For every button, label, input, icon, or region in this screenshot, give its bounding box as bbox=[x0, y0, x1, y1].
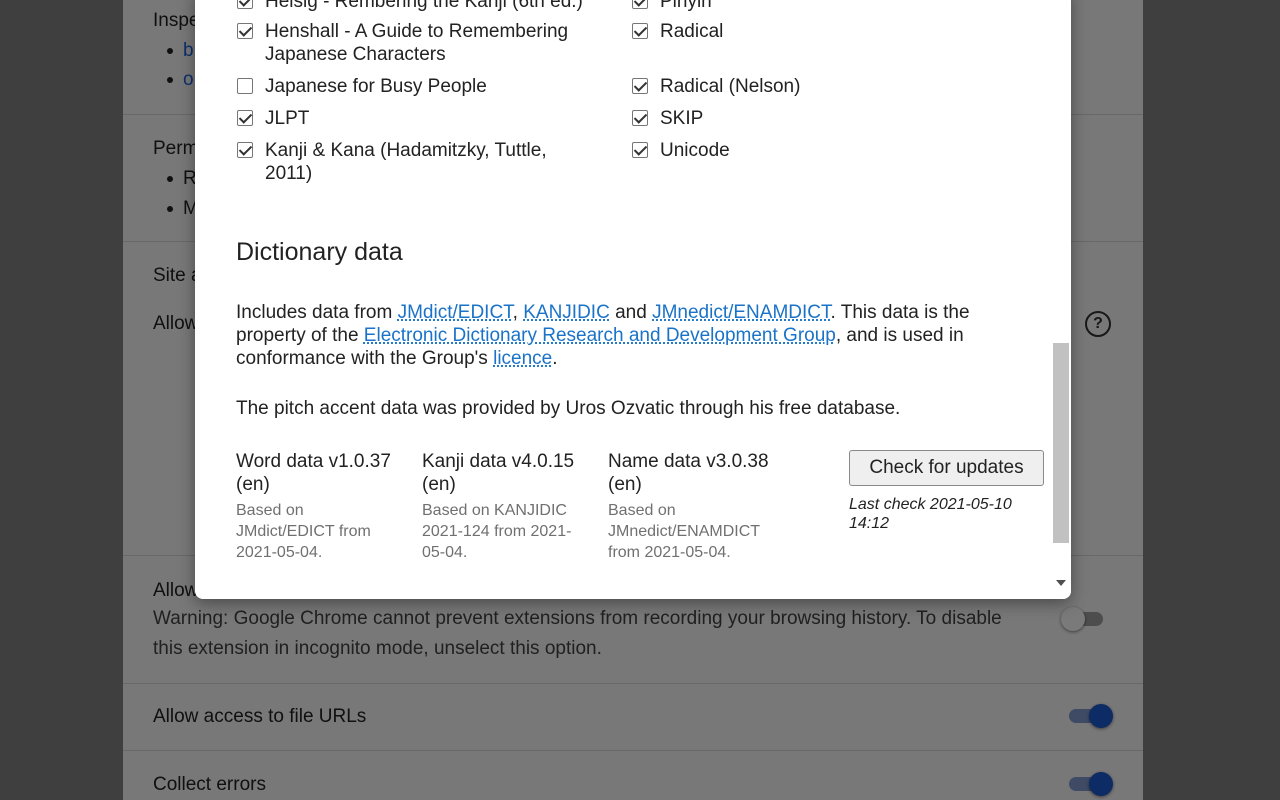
dictionary-attribution: Includes data from JMdict/EDICT, KANJIDI… bbox=[236, 302, 970, 369]
incognito-warning: Warning: Google Chrome cannot prevent ex… bbox=[153, 608, 1002, 659]
checkbox-busy-people[interactable] bbox=[237, 78, 253, 94]
dictionary-data-heading: Dictionary data bbox=[236, 238, 403, 266]
word-data-version: Word data v1.0.37 (en) Based on JMdict/E… bbox=[236, 451, 391, 561]
permissions-heading: Perm bbox=[153, 138, 199, 159]
checkbox-pinyin[interactable] bbox=[632, 0, 648, 9]
collect-errors-label: Collect errors bbox=[153, 774, 266, 795]
inspect-link-options[interactable]: o bbox=[167, 69, 194, 91]
checkbox-radical[interactable] bbox=[632, 23, 648, 39]
checkbox-henshall[interactable] bbox=[237, 23, 253, 39]
collect-errors-toggle[interactable] bbox=[1067, 771, 1113, 797]
help-icon[interactable]: ? bbox=[1085, 311, 1111, 337]
check-for-updates-button[interactable]: Check for updates bbox=[849, 450, 1044, 486]
checkbox-skip[interactable] bbox=[632, 110, 648, 126]
licence-link[interactable]: licence bbox=[493, 348, 552, 369]
inspect-link-background[interactable]: b bbox=[167, 40, 194, 62]
edrdg-link[interactable]: Electronic Dictionary Research and Devel… bbox=[364, 325, 836, 346]
extension-options-dialog: Heisig - Rembering the Kanji (6th ed.) H… bbox=[195, 0, 1071, 599]
scroll-down-arrow-icon[interactable] bbox=[1056, 580, 1066, 586]
kanjidic-link[interactable]: KANJIDIC bbox=[523, 302, 610, 323]
checkbox-jlpt[interactable] bbox=[237, 110, 253, 126]
incognito-label: Allow bbox=[153, 580, 199, 601]
last-check-text: Last check 2021-05-10 14:12 bbox=[849, 496, 1012, 532]
dialog-scrollbar[interactable] bbox=[1049, 0, 1071, 599]
checkbox-radical-nelson[interactable] bbox=[632, 78, 648, 94]
pitch-accent-credit: The pitch accent data was provided by Ur… bbox=[236, 398, 901, 419]
jmdict-link[interactable]: JMdict/EDICT bbox=[398, 302, 513, 323]
inspect-views-heading: Inspe bbox=[153, 10, 200, 31]
checkbox-kanji-kana[interactable] bbox=[237, 142, 253, 158]
checkbox-unicode[interactable] bbox=[632, 142, 648, 158]
jmnedict-link[interactable]: JMnedict/ENAMDICT bbox=[652, 302, 830, 323]
site-access-label: Allow bbox=[153, 313, 199, 334]
permission-item: R bbox=[167, 168, 197, 190]
incognito-toggle[interactable] bbox=[1061, 606, 1107, 632]
checkbox-heisig[interactable] bbox=[237, 0, 253, 9]
file-urls-toggle[interactable] bbox=[1067, 703, 1113, 729]
kanji-data-version: Kanji data v4.0.15 (en) Based on KANJIDI… bbox=[422, 451, 575, 561]
scrollbar-thumb[interactable] bbox=[1053, 343, 1069, 543]
name-data-version: Name data v3.0.38 (en) Based on JMnedict… bbox=[608, 451, 769, 561]
file-urls-label: Allow access to file URLs bbox=[153, 706, 367, 727]
